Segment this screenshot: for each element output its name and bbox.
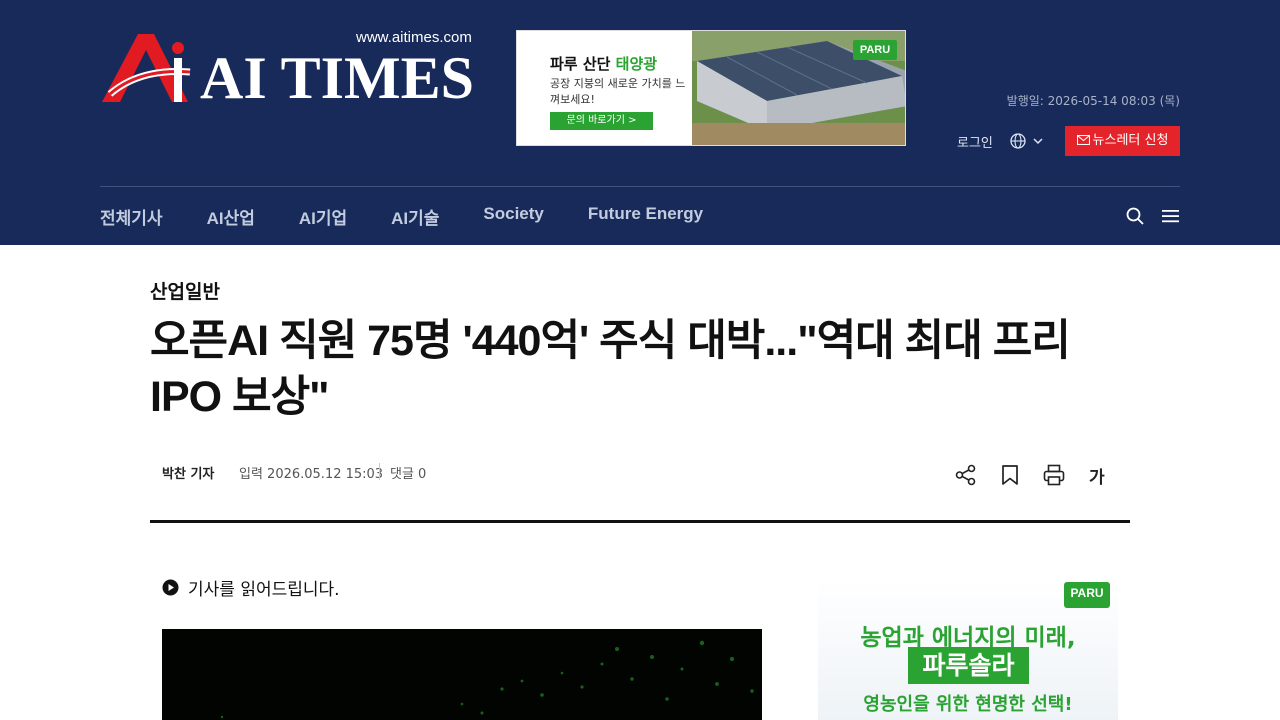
print-button[interactable] <box>1043 464 1065 486</box>
site-url: www.aitimes.com <box>356 29 472 46</box>
share-button[interactable] <box>955 464 977 486</box>
language-selector[interactable] <box>1010 132 1046 150</box>
logo-wordmark: AI TIMES <box>200 45 474 111</box>
ad-headline: 파루 산단 태양광 <box>550 55 658 73</box>
search-icon <box>1126 207 1144 225</box>
tts-player[interactable]: 기사를 읽어드립니다. <box>162 576 340 600</box>
hamburger-menu-icon <box>1162 210 1179 223</box>
title-divider <box>150 520 1130 523</box>
side-ad-brand-badge: PARU <box>1064 582 1110 608</box>
article-hero-image <box>162 629 762 720</box>
input-date: 입력 2026.05.12 15:03 <box>239 467 384 482</box>
side-ad-line3: 영농인을 위한 현명한 선택! <box>863 694 1073 715</box>
site-header: AI TIMES www.aitimes.com 파루 산단 태양광 공장 지붕… <box>0 0 1280 245</box>
nav-item-ai-industry[interactable]: AI산업 <box>207 204 255 228</box>
newsletter-label: 뉴스레터 신청 <box>1092 133 1169 148</box>
mail-icon <box>1076 134 1090 146</box>
logo-mark-icon <box>102 34 191 102</box>
search-button[interactable] <box>1126 207 1144 225</box>
bookmark-icon <box>1002 465 1018 485</box>
reporter-name[interactable]: 박찬 기자 <box>162 463 214 482</box>
nav-item-future-energy[interactable]: Future Energy <box>588 204 703 228</box>
ad-brand-badge: PARU <box>853 40 897 60</box>
side-ad-line2: 파루솔라 <box>922 651 1015 680</box>
ad-copy-panel: 파루 산단 태양광 공장 지붕의 새로운 가치를 느껴보세요! 문의 바로가기 … <box>517 31 692 145</box>
login-link[interactable]: 로그인 <box>957 132 993 151</box>
globe-icon <box>1010 133 1043 149</box>
nav-item-ai-companies[interactable]: AI기업 <box>299 204 347 228</box>
tts-label: 기사를 읽어드립니다. <box>188 579 340 600</box>
top-banner-ad[interactable]: 파루 산단 태양광 공장 지붕의 새로운 가치를 느껴보세요! 문의 바로가기 … <box>516 30 906 146</box>
play-icon <box>162 579 179 595</box>
article-title: 오픈AI 직원 75명 '440억' 주식 대박..."역대 최대 프리 IPO… <box>150 317 1071 421</box>
publish-date: 발행일: 2026-05-14 08:03 (목) <box>1006 94 1180 108</box>
comment-count[interactable]: 댓글 0 <box>390 463 426 482</box>
ad-subtext: 공장 지붕의 새로운 가치를 느껴보세요! <box>550 77 686 106</box>
meta-separator <box>379 463 380 480</box>
main-nav: 전체기사 AI산업 AI기업 AI기술 Society Future Energ… <box>100 204 747 228</box>
ad-inquiry-button[interactable]: 문의 바로가기 > <box>550 112 653 130</box>
share-icon <box>955 464 976 486</box>
menu-button[interactable] <box>1162 208 1179 224</box>
bookmark-button[interactable] <box>999 464 1021 486</box>
sidebar-ad[interactable]: PARU 농업과 에너지의 미래, 파루솔라 영농인을 위한 현명한 선택! <box>818 578 1118 720</box>
printer-icon <box>1043 464 1065 486</box>
newsletter-button[interactable]: 뉴스레터 신청 <box>1065 126 1180 156</box>
nav-item-all-articles[interactable]: 전체기사 <box>100 204 163 228</box>
article-category[interactable]: 산업일반 <box>150 277 220 304</box>
font-size-button[interactable]: 가 <box>1089 463 1105 488</box>
nav-divider <box>100 186 1180 187</box>
nav-item-society[interactable]: Society <box>483 204 543 228</box>
nav-item-ai-technology[interactable]: AI기술 <box>391 204 439 228</box>
